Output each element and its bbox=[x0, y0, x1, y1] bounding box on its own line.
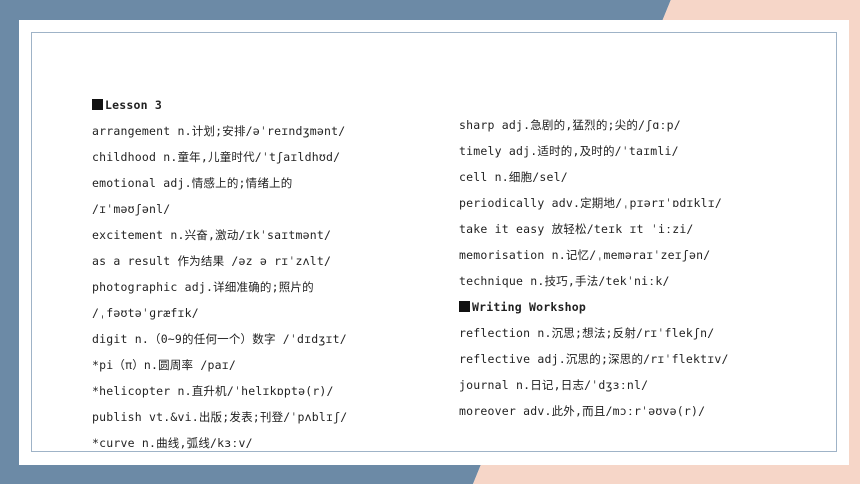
vocab-entry: technique n.技巧,手法/tekˈniːk/ bbox=[459, 274, 670, 288]
vocab-entry: take it easy 放轻松/teɪk ɪt ˈiːzi/ bbox=[459, 222, 694, 236]
vocab-entry: digit n.（0~9的任何一个）数字 /ˈdɪdʒɪt/ bbox=[92, 332, 347, 346]
vocab-entry: emotional adj.情感上的;情绪上的 bbox=[92, 176, 293, 190]
vocab-entry: *pi（π）n.圆周率 /paɪ/ bbox=[92, 358, 236, 372]
vocab-entry: excitement n.兴奋,激动/ɪkˈsaɪtmənt/ bbox=[92, 228, 332, 242]
vocab-entry: timely adj.适时的,及时的/ˈtaɪmli/ bbox=[459, 144, 679, 158]
vocab-entry: reflection n.沉思;想法;反射/rɪˈflekʃn/ bbox=[459, 326, 715, 340]
vocab-entry: periodically adv.定期地/ˌpɪərɪˈɒdɪklɪ/ bbox=[459, 196, 723, 210]
right-vocab-column: sharp adj.急剧的,猛烈的;尖的/ʃɑːp/ timely adj.适时… bbox=[459, 112, 729, 424]
left-vocab-column: Lesson 3 arrangement n.计划;安排/əˈreɪndʒmən… bbox=[92, 92, 347, 456]
vocab-entry: photographic adj.详细准确的;照片的 bbox=[92, 280, 314, 294]
vocab-entry: sharp adj.急剧的,猛烈的;尖的/ʃɑːp/ bbox=[459, 118, 681, 132]
slide-card: Lesson 3 arrangement n.计划;安排/əˈreɪndʒmən… bbox=[19, 20, 849, 465]
square-bullet-icon bbox=[92, 99, 103, 110]
vocab-entry: arrangement n.计划;安排/əˈreɪndʒmənt/ bbox=[92, 124, 346, 138]
section-heading: Lesson 3 bbox=[92, 92, 347, 118]
vocab-entry: childhood n.童年,儿童时代/ˈtʃaɪldhʊd/ bbox=[92, 150, 341, 164]
vocab-entry: memorisation n.记忆/ˌmeməraɪˈzeɪʃən/ bbox=[459, 248, 711, 262]
square-bullet-icon bbox=[459, 301, 470, 312]
vocab-entry: cell n.细胞/sel/ bbox=[459, 170, 568, 184]
vocab-entry: *curve n.曲线,弧线/kɜːv/ bbox=[92, 436, 253, 450]
vocab-entry: moreover adv.此外,而且/mɔːrˈəʊvə(r)/ bbox=[459, 404, 706, 418]
vocab-entry: as a result 作为结果 /əz ə rɪˈzʌlt/ bbox=[92, 254, 332, 268]
vocab-entry: *helicopter n.直升机/ˈhelɪkɒptə(r)/ bbox=[92, 384, 334, 398]
vocab-entry: journal n.日记,日志/ˈdʒɜːnl/ bbox=[459, 378, 649, 392]
vocab-entry: /ɪˈməʊʃənl/ bbox=[92, 202, 171, 216]
section-heading: Writing Workshop bbox=[459, 294, 729, 320]
vocab-entry: /ˌfəʊtəˈɡræfɪk/ bbox=[92, 306, 199, 320]
vocab-entry: publish vt.&vi.出版;发表;刊登/ˈpʌblɪʃ/ bbox=[92, 410, 348, 424]
vocab-entry: reflective adj.沉思的;深思的/rɪˈflektɪv/ bbox=[459, 352, 729, 366]
